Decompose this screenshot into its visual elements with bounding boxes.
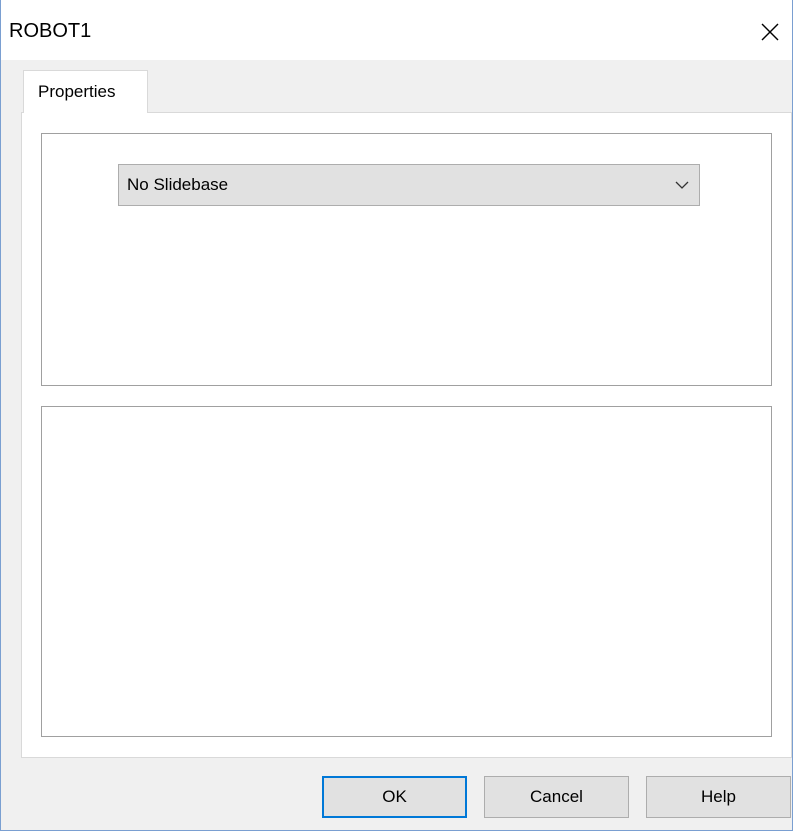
dialog-window: ROBOT1 Properties No Slidebase OK Cancel… (0, 0, 793, 831)
window-title: ROBOT1 (9, 20, 92, 42)
close-button[interactable] (748, 10, 792, 54)
cancel-button[interactable]: Cancel (484, 776, 629, 818)
close-icon (761, 23, 779, 41)
help-button[interactable]: Help (646, 776, 791, 818)
slidebase-dropdown-value: No Slidebase (127, 175, 229, 194)
chevron-down-icon (675, 181, 689, 189)
title-bar: ROBOT1 (1, 0, 792, 60)
tab-properties[interactable]: Properties (23, 70, 148, 113)
slidebase-dropdown[interactable]: No Slidebase (118, 164, 700, 206)
details-group-box (41, 406, 772, 737)
ok-button[interactable]: OK (322, 776, 467, 818)
tab-properties-label: Properties (38, 82, 116, 101)
